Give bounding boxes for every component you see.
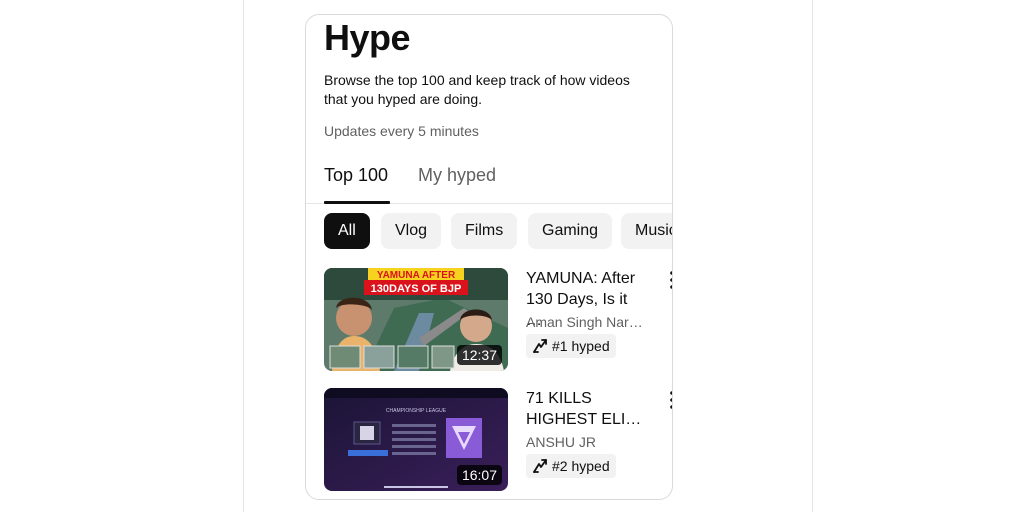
chip-vlog[interactable]: Vlog	[381, 213, 442, 249]
document-border-left	[243, 0, 244, 512]
thumb-text-1: YAMUNA AFTER	[377, 270, 456, 281]
thumb-text-3: CHAMPIONSHIP LEAGUE	[386, 408, 447, 414]
document-border-right	[812, 0, 813, 512]
category-chips: All Vlog Films Gaming Music	[324, 213, 672, 249]
video-item[interactable]: CHAMPIONSHIP LEAGUE 16:07 71 KILLS HIGHE…	[324, 388, 672, 492]
more-vert-icon	[670, 391, 672, 409]
chip-films[interactable]: Films	[451, 213, 518, 249]
video-thumbnail[interactable]: YAMUNA AFTER 130DAYS OF BJP 12:37	[324, 268, 508, 371]
hype-icon	[533, 459, 547, 473]
hype-icon	[533, 339, 547, 353]
video-item[interactable]: YAMUNA AFTER 130DAYS OF BJP 12:37 YAMUNA…	[324, 268, 672, 372]
chip-all[interactable]: All	[324, 213, 370, 249]
video-thumbnail[interactable]: CHAMPIONSHIP LEAGUE 16:07	[324, 388, 508, 491]
more-options-button[interactable]	[660, 270, 672, 290]
channel-name[interactable]: Aman Singh Nar…	[526, 314, 644, 330]
hype-rank-badge: #2 hyped	[526, 454, 616, 478]
tab-selected-indicator	[324, 201, 390, 204]
hype-card: Hype Browse the top 100 and keep track o…	[305, 14, 673, 500]
tab-my-hyped[interactable]: My hyped	[418, 165, 496, 198]
chip-gaming[interactable]: Gaming	[528, 213, 613, 249]
more-vert-icon	[670, 271, 672, 289]
hype-rank-badge: #1 hyped	[526, 334, 616, 358]
page: Hype Browse the top 100 and keep track o…	[0, 0, 1024, 512]
hype-rank-label: #2 hyped	[552, 458, 610, 474]
video-title[interactable]: 71 KILLS HIGHEST ELI…	[526, 388, 644, 430]
update-frequency: Updates every 5 minutes	[324, 123, 479, 139]
tab-bar: Top 100 My hyped	[306, 165, 672, 204]
tab-top-100[interactable]: Top 100	[324, 165, 388, 198]
video-duration: 12:37	[456, 345, 502, 365]
video-duration: 16:07	[456, 465, 502, 485]
page-title: Hype	[324, 17, 411, 58]
channel-name[interactable]: ANSHU JR	[526, 434, 644, 450]
more-options-button[interactable]	[660, 390, 672, 410]
thumb-text-2: 130DAYS OF BJP	[371, 283, 462, 295]
hype-rank-label: #1 hyped	[552, 338, 610, 354]
page-description: Browse the top 100 and keep track of how…	[324, 72, 630, 107]
chip-music[interactable]: Music	[621, 213, 672, 249]
